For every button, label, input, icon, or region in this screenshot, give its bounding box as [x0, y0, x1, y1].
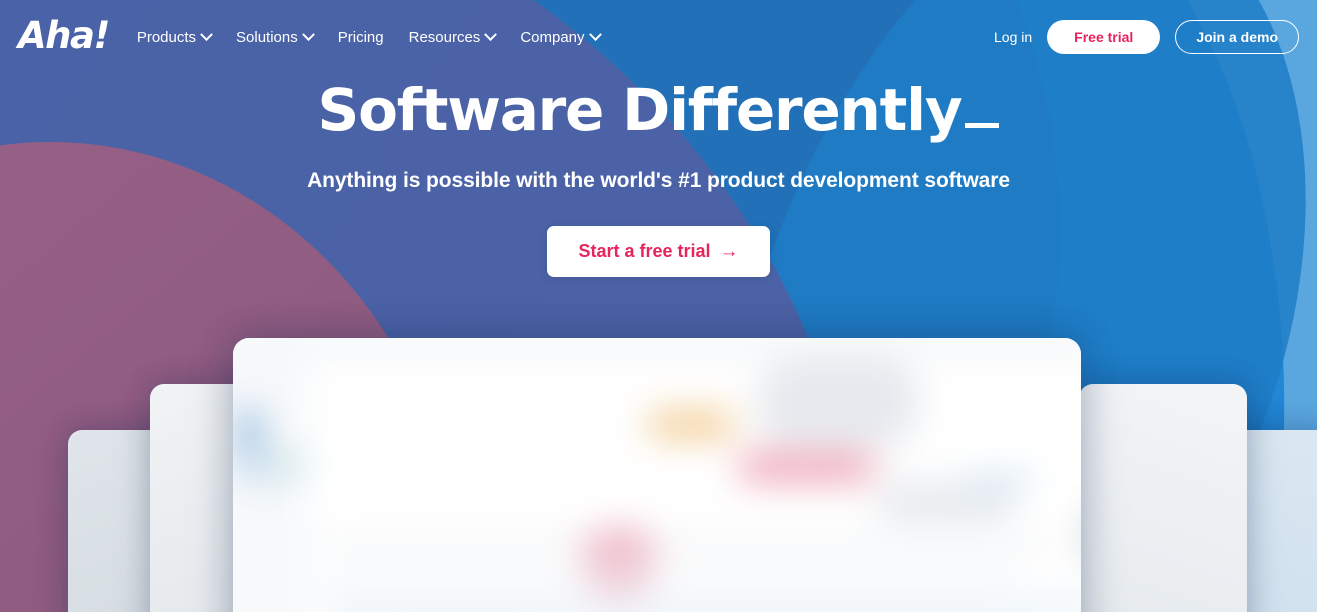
page-title: Software Differently — [318, 80, 1000, 141]
aha-logo[interactable]: Aha! — [18, 17, 110, 54]
nav-item-resources[interactable]: Resources — [408, 27, 498, 46]
nav-item-company-label: Company — [520, 28, 585, 46]
preview-sidebar — [233, 355, 310, 612]
nav-item-resources-label: Resources — [408, 28, 481, 46]
screenshot-card-center — [233, 338, 1081, 612]
chevron-down-icon — [484, 27, 498, 41]
hero-section: Aha! Products Solutions Pricing Resource… — [0, 0, 1317, 612]
nav-item-company[interactable]: Company — [520, 27, 602, 46]
start-free-trial-button[interactable]: Start a free trial → — [547, 225, 770, 277]
preview-block — [269, 455, 306, 471]
chevron-down-icon — [200, 27, 213, 41]
nav-item-pricing[interactable]: Pricing — [338, 30, 384, 45]
blurred-app-preview — [233, 338, 1081, 612]
hero-copy: Software Differently Anything is possibl… — [0, 80, 1317, 277]
join-demo-button[interactable]: Join a demo — [1175, 20, 1299, 54]
headline-text: Software Differently — [317, 76, 963, 144]
preview-block — [580, 527, 657, 594]
typing-cursor-icon — [965, 123, 1000, 128]
preview-block — [970, 476, 1035, 488]
screenshot-card-near-right — [1079, 384, 1247, 612]
nav-links: Products Solutions Pricing Resources Com… — [136, 27, 602, 46]
preview-block — [324, 565, 1022, 576]
hero-cta-wrapper: Start a free trial → — [0, 225, 1317, 277]
preview-block — [647, 412, 735, 437]
nav-actions: Log in Free trial Join a demo — [994, 20, 1299, 54]
nav-item-solutions[interactable]: Solutions — [236, 27, 315, 46]
login-link[interactable]: Log in — [994, 29, 1032, 45]
nav-item-solutions-label: Solutions — [236, 28, 298, 46]
nav-item-pricing-label: Pricing — [337, 28, 384, 46]
chevron-down-icon — [588, 27, 602, 41]
chevron-down-icon — [301, 27, 315, 41]
preview-block — [235, 406, 263, 464]
nav-item-products-label: Products — [136, 28, 197, 46]
arrow-right-icon: → — [719, 240, 739, 262]
hero-subheadline: Anything is possible with the world's #1… — [307, 168, 1010, 192]
preview-block — [324, 535, 1065, 546]
preview-block — [758, 359, 918, 445]
start-free-trial-label: Start a free trial — [578, 240, 711, 261]
main-navigation: Aha! Products Solutions Pricing Resource… — [0, 0, 1317, 74]
preview-block — [233, 472, 289, 481]
preview-block — [737, 453, 876, 481]
free-trial-button[interactable]: Free trial — [1047, 20, 1161, 54]
nav-item-products[interactable]: Products — [136, 27, 213, 46]
preview-block — [324, 599, 980, 609]
preview-topbar — [233, 338, 1081, 356]
